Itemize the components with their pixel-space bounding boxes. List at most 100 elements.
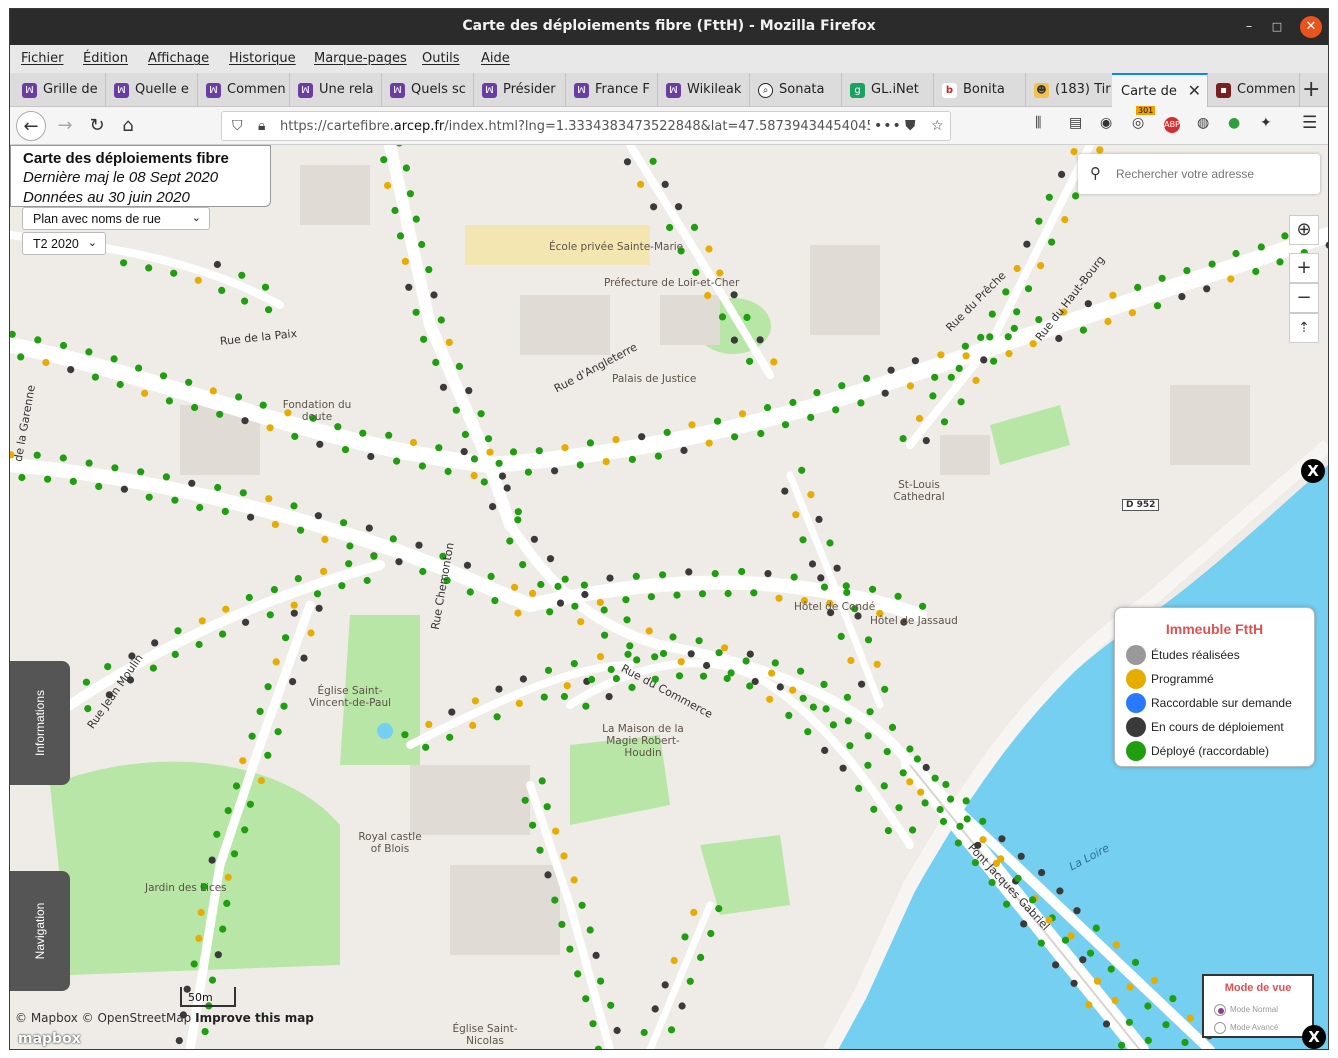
building-dot[interactable] [367,452,375,461]
building-dot[interactable] [669,633,677,641]
building-dot[interactable] [589,1020,597,1028]
building-dot[interactable] [1002,288,1010,296]
building-dot[interactable] [256,707,264,716]
building-dot[interactable] [201,1028,209,1036]
building-dot[interactable] [623,616,631,624]
building-dot[interactable] [581,590,589,599]
building-dot[interactable] [437,316,445,324]
building-dot[interactable] [746,650,754,658]
shield-icon[interactable]: ⛉ [232,118,243,134]
building-dot[interactable] [797,667,805,675]
page-actions-icon[interactable]: ••• [874,118,902,134]
building-dot[interactable] [290,601,298,609]
building-dot[interactable] [1158,274,1166,282]
building-dot[interactable] [409,438,418,447]
building-dot[interactable] [137,468,145,476]
building-dot[interactable] [697,953,705,962]
building-dot[interactable] [554,582,562,590]
building-dot[interactable] [430,291,438,299]
building-dot[interactable] [922,763,930,772]
building-dot[interactable] [321,535,329,543]
building-dot[interactable] [1232,249,1240,258]
building-dot[interactable] [1085,1001,1093,1009]
building-dot[interactable] [887,366,895,374]
building-dot[interactable] [59,454,67,462]
building-dot[interactable] [979,836,987,844]
building-dot[interactable] [556,599,565,607]
building-dot[interactable] [1162,1021,1170,1029]
building-dot[interactable] [455,362,463,370]
building-dot[interactable] [781,487,789,495]
back-button[interactable]: ← [16,111,46,141]
building-dot[interactable] [85,459,93,467]
building-dot[interactable] [551,896,559,904]
building-dot[interactable] [1052,961,1060,969]
building-dot[interactable] [165,397,173,405]
building-dot[interactable] [1102,1020,1111,1028]
building-dot[interactable] [42,358,50,367]
building-dot[interactable] [384,181,392,190]
building-dot[interactable] [730,336,739,344]
building-dot[interactable] [699,672,708,680]
building-dot[interactable] [844,717,852,725]
building-dot[interactable] [265,306,273,314]
building-dot[interactable] [235,393,243,401]
building-dot[interactable] [837,632,845,640]
building-dot[interactable] [628,683,636,692]
building-dot[interactable] [1144,1002,1152,1010]
building-dot[interactable] [922,437,930,445]
building-dot[interactable] [544,871,552,879]
building-dot[interactable] [461,430,469,439]
sidebar-icon[interactable]: ▤ [1069,115,1082,131]
building-dot[interactable] [678,1002,686,1010]
building-dot[interactable] [612,436,620,444]
building-dot[interactable] [790,573,798,581]
building-dot[interactable] [895,804,903,812]
building-dot[interactable] [85,348,93,356]
building-dot[interactable] [495,459,503,467]
building-dot[interactable] [582,702,590,710]
building-dot[interactable] [175,1037,183,1045]
building-dot[interactable] [1061,936,1070,944]
building-dot[interactable] [529,589,537,597]
tab[interactable]: ⌕ Sonata [750,73,842,107]
building-dot[interactable] [931,373,939,381]
building-dot[interactable] [511,583,519,591]
building-dot[interactable] [586,926,594,934]
building-dot[interactable] [91,373,99,381]
building-dot[interactable] [785,711,793,720]
building-dot[interactable] [245,593,253,602]
building-dot[interactable] [781,421,790,429]
building-dot[interactable] [264,683,272,691]
building-dot[interactable] [626,642,634,650]
building-dot[interactable] [913,755,922,763]
building-dot[interactable] [986,333,994,341]
building-dot[interactable] [271,520,279,528]
building-dot[interactable] [425,266,433,274]
building-dot[interactable] [833,564,841,572]
building-dot[interactable] [116,380,124,389]
building-dot[interactable] [248,732,256,740]
building-dot[interactable] [419,567,427,576]
building-dot[interactable] [313,590,322,598]
building-dot[interactable] [763,404,772,412]
building-dot[interactable] [703,661,711,670]
building-dot[interactable] [224,873,232,881]
building-dot[interactable] [270,586,278,594]
building-dot[interactable] [597,977,605,985]
building-dot[interactable] [746,357,754,365]
menu-historique[interactable]: Historique [229,51,296,66]
building-dot[interactable] [576,461,584,469]
building-dot[interactable] [588,675,596,684]
building-dot[interactable] [538,777,546,785]
building-dot[interactable] [705,245,713,253]
building-dot[interactable] [1126,983,1134,991]
building-dot[interactable] [174,627,182,635]
building-dot[interactable] [1125,1018,1133,1026]
building-dot[interactable] [649,157,657,165]
building-dot[interactable] [854,612,862,620]
building-dot[interactable] [582,995,590,1003]
building-dot[interactable] [359,429,367,437]
building-dot[interactable] [470,472,478,480]
building-dot[interactable] [846,742,854,750]
